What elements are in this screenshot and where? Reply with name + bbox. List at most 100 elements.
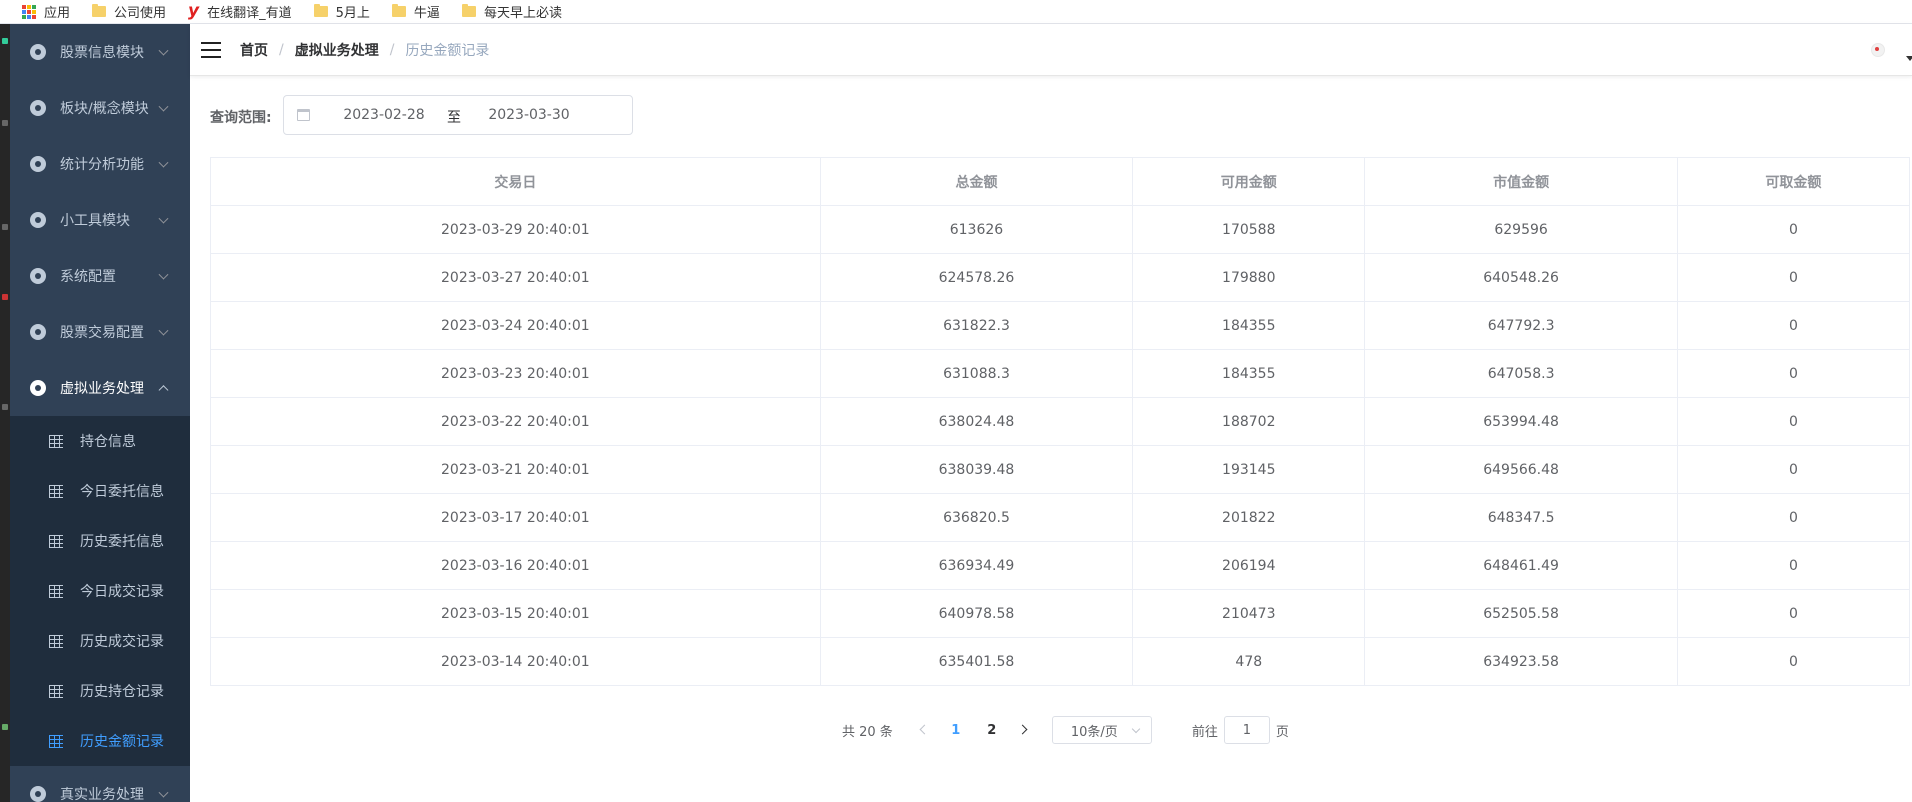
table-cell: 170588 — [1132, 205, 1366, 254]
bookmark-morning[interactable]: 每天早上必读 — [461, 2, 562, 21]
table-row: 2023-03-24 20:40:01 631822.3 184355 647792.… — [210, 301, 1911, 350]
table-cell: 653994.48 — [1364, 397, 1678, 446]
bookmark-label: 应用 — [44, 6, 71, 21]
bookmark-apps[interactable]: 应用 — [22, 2, 70, 21]
table-cell: 647792.3 — [1364, 301, 1678, 350]
table-cell: 184355 — [1132, 349, 1366, 398]
page-2-button[interactable]: 2 — [974, 723, 1010, 738]
table-cell: 2023-03-29 20:40:01 — [210, 205, 821, 254]
menu-label: 板块/概念模块 — [60, 101, 149, 117]
menu-circle-icon — [30, 156, 46, 172]
chevron-down-icon — [158, 157, 169, 168]
menu-tools[interactable]: 小工具模块 — [10, 192, 190, 248]
table-cell: 640978.58 — [819, 589, 1134, 638]
table-cell: 0 — [1676, 397, 1911, 446]
table-icon — [49, 484, 64, 498]
table-cell: 647058.3 — [1364, 349, 1678, 398]
table-cell: 629596 — [1364, 205, 1678, 254]
chevron-right-icon[interactable] — [1010, 716, 1040, 744]
submenu-history-trades[interactable]: 历史成交记录 — [10, 616, 190, 666]
chevron-up-icon — [158, 385, 169, 396]
table-row: 2023-03-17 20:40:01 636820.5 201822 648347.… — [210, 493, 1911, 542]
menu-trade-config[interactable]: 股票交易配置 — [10, 304, 190, 360]
goto-page-input[interactable] — [1223, 716, 1270, 744]
bookmark-niubi[interactable]: 牛逼 — [391, 2, 440, 21]
window-edge-strip — [0, 24, 10, 802]
table-cell: 2023-03-14 20:40:01 — [210, 637, 821, 686]
breadcrumb-section: 虚拟业务处理 — [294, 42, 379, 59]
breadcrumb-separator: / — [279, 41, 284, 58]
bookmark-may[interactable]: 5月上 — [313, 2, 370, 21]
avatar[interactable] — [1868, 40, 1886, 58]
start-date-input[interactable]: 2023-02-28 — [339, 107, 429, 123]
table-cell: 649566.48 — [1364, 445, 1678, 494]
table-icon — [49, 534, 64, 548]
menu-sector-concept[interactable]: 板块/概念模块 — [10, 80, 190, 136]
table-cell: 635401.58 — [819, 637, 1134, 686]
chevron-down-icon — [158, 325, 169, 336]
caret-down-icon[interactable] — [1906, 56, 1912, 61]
folder-icon — [461, 4, 476, 17]
table-cell: 2023-03-17 20:40:01 — [210, 493, 821, 542]
menu-circle-icon — [30, 380, 46, 396]
table-cell: 0 — [1676, 205, 1911, 254]
menu-statistics[interactable]: 统计分析功能 — [10, 136, 190, 192]
end-date-input[interactable]: 2023-03-30 — [484, 107, 574, 123]
page-size-select[interactable]: 10条/页 — [1051, 716, 1152, 744]
calendar-icon — [297, 109, 310, 121]
table-cell: 636934.49 — [819, 541, 1134, 590]
date-range-picker[interactable]: 2023-02-28 至 2023-03-30 — [283, 95, 633, 135]
table-row: 2023-03-21 20:40:01 638039.48 193145 649566… — [210, 445, 1911, 494]
table-cell: 0 — [1676, 589, 1911, 638]
column-header: 市值金额 — [1364, 157, 1678, 206]
menu-label: 股票交易配置 — [60, 325, 144, 341]
table-icon — [49, 734, 64, 748]
table-cell: 0 — [1676, 637, 1911, 686]
table-cell: 0 — [1676, 445, 1911, 494]
bookmark-label: 公司使用 — [114, 6, 167, 21]
table-cell: 638024.48 — [819, 397, 1134, 446]
submenu-today-trades[interactable]: 今日成交记录 — [10, 566, 190, 616]
table-header-row: 交易日 总金额 可用金额 市值金额 可取金额 — [210, 157, 1911, 206]
table-cell: 2023-03-15 20:40:01 — [210, 589, 821, 638]
page-1-button[interactable]: 1 — [938, 723, 974, 738]
navbar: 首页 / 虚拟业务处理 / 历史金额记录 — [190, 24, 1912, 76]
submenu-history-positions[interactable]: 历史持仓记录 — [10, 666, 190, 716]
table-row: 2023-03-14 20:40:01 635401.58 478 634923.58… — [210, 637, 1911, 686]
bookmark-youdao[interactable]: y 在线翻译_有道 — [188, 2, 292, 22]
breadcrumb-separator: / — [389, 41, 395, 58]
submenu-label: 历史委托信息 — [80, 534, 164, 550]
chevron-left-icon[interactable] — [908, 716, 938, 744]
table-cell: 2023-03-24 20:40:01 — [210, 301, 821, 350]
column-header: 总金额 — [819, 157, 1134, 206]
breadcrumb-home[interactable]: 首页 — [240, 40, 268, 60]
table-icon — [49, 434, 64, 448]
menu-stock-info[interactable]: 股票信息模块 — [10, 24, 190, 80]
submenu-today-orders[interactable]: 今日委托信息 — [10, 466, 190, 516]
submenu-history-orders[interactable]: 历史委托信息 — [10, 516, 190, 566]
bookmark-company[interactable]: 公司使用 — [92, 2, 166, 21]
chevron-down-icon — [158, 787, 169, 798]
menu-system-config[interactable]: 系统配置 — [10, 248, 190, 304]
submenu-positions[interactable]: 持仓信息 — [10, 416, 190, 466]
menu-label: 系统配置 — [60, 269, 116, 285]
table-cell: 636820.5 — [819, 493, 1134, 542]
hamburger-menu-icon[interactable] — [201, 41, 221, 58]
menu-label: 虚拟业务处理 — [60, 381, 144, 397]
table-cell: 648347.5 — [1364, 493, 1678, 542]
menu-virtual-business[interactable]: 虚拟业务处理 — [10, 360, 190, 416]
amount-history-table: 交易日 总金额 可用金额 市值金额 可取金额 2023-03-29 20:40:… — [210, 157, 1911, 686]
menu-circle-icon — [30, 268, 46, 284]
table-cell: 193145 — [1132, 445, 1366, 494]
chevron-down-icon — [158, 101, 169, 112]
table-cell: 201822 — [1132, 493, 1366, 542]
submenu-history-amounts[interactable]: 历史金额记录 — [10, 716, 190, 766]
table-cell: 638039.48 — [819, 445, 1134, 494]
submenu-label: 历史持仓记录 — [80, 684, 164, 700]
pagination: 共 20 条 1 2 10条/页 前往 页 — [842, 716, 1289, 744]
menu-circle-icon — [30, 786, 46, 802]
column-header: 可取金额 — [1676, 157, 1911, 206]
menu-real-business[interactable]: 真实业务处理 — [10, 766, 190, 802]
table-row: 2023-03-27 20:40:01 624578.26 179880 640548… — [210, 253, 1911, 302]
table-cell: 634923.58 — [1364, 637, 1678, 686]
